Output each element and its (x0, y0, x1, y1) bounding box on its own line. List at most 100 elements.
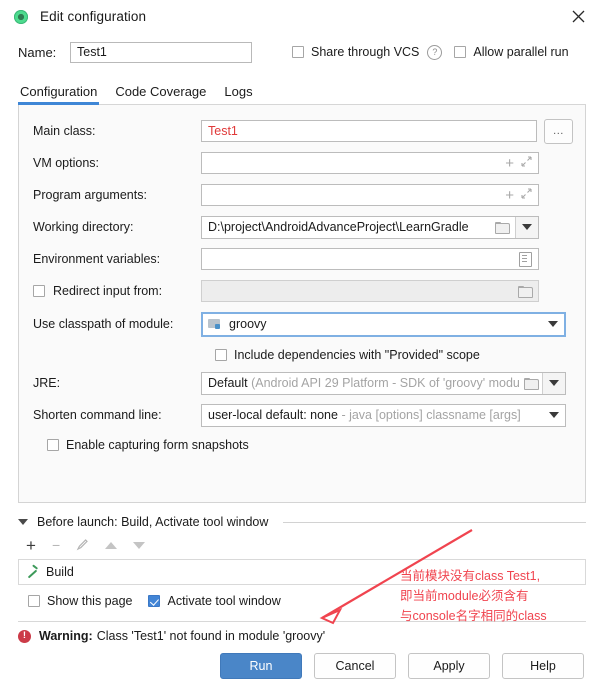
main-class-label: Main class: (33, 124, 96, 138)
allow-parallel-run-checkbox[interactable] (454, 46, 467, 58)
main-class-row: Main class: Test1 ... (19, 117, 585, 145)
jre-label: JRE: (33, 376, 61, 390)
expand-icon[interactable] (521, 156, 532, 170)
enable-snapshots-checkbox[interactable] (47, 439, 59, 451)
jre-hint: (Android API 29 Platform - SDK of 'groov… (251, 376, 520, 390)
main-class-input[interactable]: Test1 (201, 120, 537, 142)
shorten-command-line-label: Shorten command line: (33, 408, 162, 422)
move-down-icon[interactable] (133, 541, 146, 549)
shorten-command-line-combobox[interactable]: user-local default: none - java [options… (201, 403, 566, 427)
hammer-icon (26, 566, 39, 579)
main-class-value: Test1 (208, 124, 238, 138)
warning-message: ! Warning: Class 'Test1' not found in mo… (0, 622, 600, 643)
before-launch-list: Build (18, 559, 586, 585)
folder-icon[interactable] (518, 285, 533, 298)
enable-snapshots-label: Enable capturing form snapshots (66, 438, 249, 452)
chevron-down-icon (548, 321, 558, 327)
shorten-command-line-value: user-local default: none (208, 408, 338, 422)
cancel-button[interactable]: Cancel (314, 653, 396, 679)
move-up-icon[interactable] (105, 541, 118, 549)
plus-icon[interactable]: + (505, 188, 514, 203)
redirect-input-checkbox[interactable] (33, 285, 45, 297)
working-directory-input[interactable]: D:\project\AndroidAdvanceProject\LearnGr… (201, 215, 539, 239)
program-arguments-row: Program arguments: + (19, 181, 585, 209)
jre-value: Default (208, 376, 248, 390)
redirect-input-row: Redirect input from: (19, 277, 585, 305)
list-icon[interactable] (519, 251, 532, 267)
apply-button[interactable]: Apply (408, 653, 490, 679)
before-launch-section: Before launch: Build, Activate tool wind… (18, 513, 586, 615)
name-row: Name: Share through VCS ? Allow parallel… (0, 37, 600, 67)
enable-snapshots-row: Enable capturing form snapshots (19, 433, 585, 457)
run-button[interactable]: Run (220, 653, 302, 679)
before-launch-options: Show this page Activate tool window (18, 587, 586, 615)
tab-code-coverage[interactable]: Code Coverage (113, 84, 214, 104)
allow-parallel-run-label: Allow parallel run (473, 45, 569, 59)
include-provided-label: Include dependencies with "Provided" sco… (234, 348, 480, 362)
vm-options-input[interactable]: + (201, 152, 539, 174)
before-launch-header[interactable]: Before launch: Build, Activate tool wind… (18, 513, 586, 531)
working-directory-value: D:\project\AndroidAdvanceProject\LearnGr… (208, 220, 469, 234)
window-title: Edit configuration (40, 9, 147, 24)
chevron-down-icon[interactable] (18, 519, 28, 525)
environment-variables-input[interactable] (201, 248, 539, 270)
warning-prefix: Warning: (39, 629, 93, 643)
use-classpath-label: Use classpath of module: (33, 317, 174, 331)
main-class-browse-button[interactable]: ... (544, 118, 573, 144)
jre-value-group: Default (Android API 29 Platform - SDK o… (208, 376, 520, 390)
before-launch-title: Before launch: Build, Activate tool wind… (37, 515, 269, 529)
redirect-input-field[interactable] (201, 280, 539, 302)
vm-options-row: VM options: + (19, 149, 585, 177)
share-through-vcs-checkbox[interactable] (292, 46, 304, 58)
shorten-command-line-hint: - java [options] classname [args] (341, 408, 521, 422)
use-classpath-dropdown[interactable] (542, 314, 564, 335)
share-through-vcs-label: Share through VCS (311, 45, 420, 59)
jre-dropdown[interactable] (542, 372, 565, 394)
activate-tool-window-label: Activate tool window (167, 594, 281, 608)
chevron-down-icon (549, 412, 559, 418)
tab-bar: Configuration Code Coverage Logs (0, 78, 600, 105)
add-icon[interactable]: + (26, 537, 36, 554)
name-label: Name: (18, 44, 57, 60)
groovy-run-icon (14, 9, 28, 24)
working-directory-row: Working directory: D:\project\AndroidAdv… (19, 213, 585, 241)
plus-icon[interactable]: + (505, 156, 514, 171)
expand-icon[interactable] (521, 188, 532, 202)
jre-combobox[interactable]: Default (Android API 29 Platform - SDK o… (201, 371, 566, 395)
include-provided-row: Include dependencies with "Provided" sco… (19, 343, 585, 367)
jre-row: JRE: Default (Android API 29 Platform - … (19, 369, 585, 397)
tab-configuration[interactable]: Configuration (18, 84, 105, 105)
program-arguments-label: Program arguments: (33, 188, 147, 202)
error-icon: ! (18, 629, 31, 643)
environment-variables-label: Environment variables: (33, 252, 161, 266)
include-provided-checkbox[interactable] (215, 349, 227, 361)
use-classpath-combobox[interactable]: groovy (201, 311, 566, 337)
name-input[interactable] (70, 41, 252, 63)
warning-text: Class 'Test1' not found in module 'groov… (96, 629, 326, 643)
before-launch-item-build[interactable]: Build (46, 565, 74, 579)
use-classpath-row: Use classpath of module: groovy (19, 309, 585, 339)
chevron-down-icon (522, 224, 532, 230)
environment-variables-row: Environment variables: (19, 245, 585, 273)
program-arguments-input[interactable]: + (201, 184, 539, 206)
top-checkboxes: Share through VCS ? Allow parallel run (292, 44, 569, 60)
configuration-panel: Main class: Test1 ... VM options: + Prog… (18, 105, 586, 503)
folder-icon[interactable] (524, 377, 539, 390)
shorten-command-line-dropdown[interactable] (543, 405, 565, 426)
edit-icon[interactable] (76, 538, 89, 553)
close-icon[interactable] (568, 6, 588, 26)
remove-icon[interactable]: − (52, 538, 60, 552)
redirect-input-label: Redirect input from: (53, 284, 163, 298)
working-directory-dropdown[interactable] (515, 216, 538, 238)
help-button[interactable]: Help (502, 653, 584, 679)
before-launch-toolbar: + − (18, 531, 586, 559)
chevron-down-icon (549, 380, 559, 386)
dialog-buttons: Run Cancel Apply Help (0, 643, 600, 679)
show-this-page-checkbox[interactable] (28, 595, 40, 607)
help-icon[interactable]: ? (427, 44, 443, 60)
folder-icon[interactable] (495, 221, 510, 234)
tab-logs[interactable]: Logs (222, 84, 260, 104)
show-this-page-label: Show this page (47, 594, 133, 608)
divider (283, 521, 586, 523)
activate-tool-window-checkbox[interactable] (148, 595, 161, 607)
